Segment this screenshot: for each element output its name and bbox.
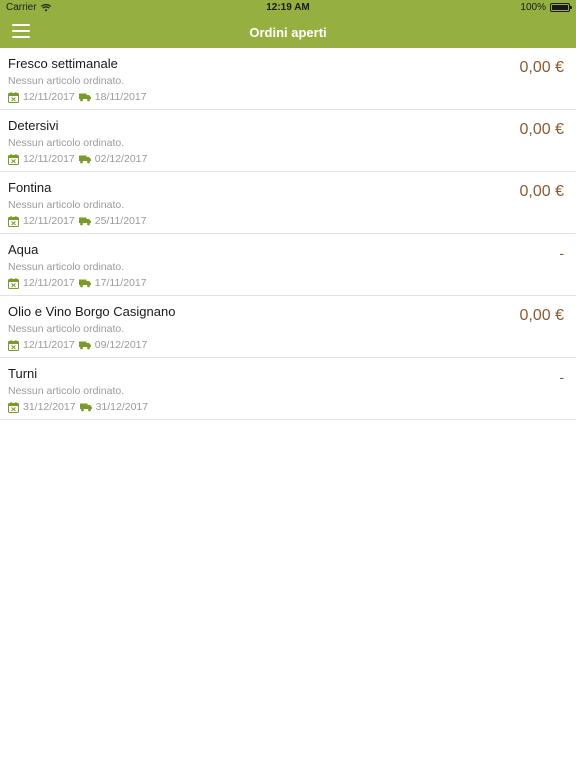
clock: 12:19 AM: [266, 2, 310, 13]
calendar-icon: [8, 278, 19, 289]
delivery-date: 25/11/2017: [94, 215, 147, 227]
page-title: Ordini aperti: [249, 24, 327, 40]
app-header: Carrier 12:19 AM 100% Ordini aperti: [0, 0, 576, 48]
open-date: 12/11/2017: [23, 339, 75, 351]
truck-icon: [78, 279, 91, 288]
order-dates: 12/11/2017 02/12/2017: [8, 153, 568, 166]
order-row[interactable]: Olio e Vino Borgo Casignano Nessun artic…: [0, 296, 576, 358]
order-subtitle: Nessun articolo ordinato.: [8, 199, 125, 211]
order-amount: 0,00 €: [519, 59, 564, 76]
order-dates: 12/11/2017 17/11/2017: [8, 277, 568, 290]
order-dates: 31/12/2017 31/12/2017: [8, 401, 568, 414]
delivery-date: 02/12/2017: [94, 153, 148, 165]
order-row[interactable]: Turni Nessun articolo ordinato. 31/12/20…: [0, 358, 576, 420]
order-title: Fontina: [8, 180, 52, 195]
order-title: Fresco settimanale: [8, 56, 118, 71]
order-subtitle: Nessun articolo ordinato.: [8, 137, 125, 149]
truck-icon: [78, 155, 91, 164]
order-amount: -: [559, 369, 564, 385]
order-title: Turni: [8, 366, 38, 381]
order-dates: 12/11/2017 25/11/2017: [8, 215, 568, 228]
order-subtitle: Nessun articolo ordinato.: [8, 261, 125, 273]
order-title: Aqua: [8, 242, 39, 257]
order-subtitle: Nessun articolo ordinato.: [8, 385, 125, 397]
orders-list: Fresco settimanale Nessun articolo ordin…: [0, 48, 576, 420]
truck-icon: [78, 93, 91, 102]
calendar-icon: [8, 340, 19, 351]
open-date: 12/11/2017: [23, 277, 75, 289]
order-row[interactable]: Detersivi Nessun articolo ordinato. 12/1…: [0, 110, 576, 172]
order-row[interactable]: Fresco settimanale Nessun articolo ordin…: [0, 48, 576, 110]
calendar-icon: [8, 216, 19, 227]
delivery-date: 17/11/2017: [94, 277, 147, 289]
calendar-icon: [8, 154, 19, 165]
navigation-bar: Ordini aperti: [0, 16, 576, 48]
battery-percent: 100%: [520, 2, 546, 13]
delivery-date: 18/11/2017: [94, 91, 147, 103]
truck-icon: [78, 217, 91, 226]
truck-icon: [79, 403, 92, 412]
order-subtitle: Nessun articolo ordinato.: [8, 323, 125, 335]
open-date: 12/11/2017: [23, 91, 75, 103]
truck-icon: [78, 341, 91, 350]
order-subtitle: Nessun articolo ordinato.: [8, 75, 125, 87]
status-bar: Carrier 12:19 AM 100%: [0, 0, 576, 16]
delivery-date: 09/12/2017: [94, 339, 148, 351]
calendar-icon: [8, 92, 19, 103]
order-title: Olio e Vino Borgo Casignano: [8, 304, 176, 319]
open-date: 31/12/2017: [23, 401, 76, 413]
order-title: Detersivi: [8, 118, 59, 133]
order-row[interactable]: Fontina Nessun articolo ordinato. 12/11/…: [0, 172, 576, 234]
delivery-date: 31/12/2017: [95, 401, 149, 413]
order-amount: 0,00 €: [519, 183, 564, 200]
order-amount: 0,00 €: [519, 121, 564, 138]
order-dates: 12/11/2017 09/12/2017: [8, 339, 568, 352]
order-amount: -: [559, 245, 564, 261]
hamburger-menu-button[interactable]: [12, 24, 30, 38]
battery-indicator: 100%: [520, 2, 572, 13]
order-amount: 0,00 €: [519, 307, 564, 324]
open-date: 12/11/2017: [23, 153, 75, 165]
open-date: 12/11/2017: [23, 215, 75, 227]
calendar-icon: [8, 402, 19, 413]
order-dates: 12/11/2017 18/11/2017: [8, 91, 568, 104]
battery-icon: [550, 3, 572, 12]
hamburger-icon: [12, 24, 30, 26]
order-row[interactable]: Aqua Nessun articolo ordinato. 12/11/201…: [0, 234, 576, 296]
